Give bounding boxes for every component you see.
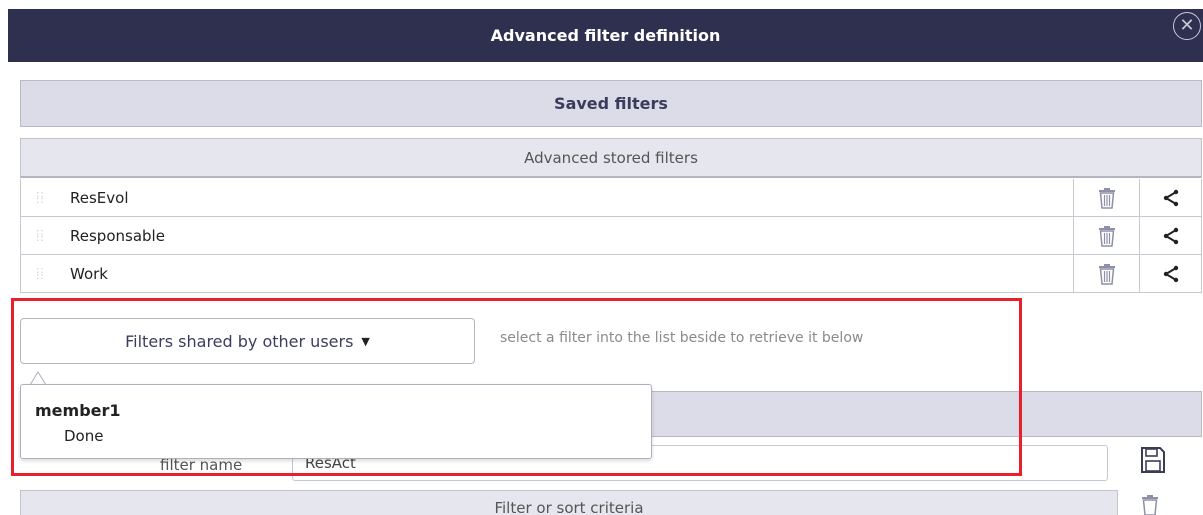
share-filter-button[interactable]	[1139, 179, 1201, 216]
criteria-header: Filter or sort criteria	[20, 490, 1118, 515]
trash-icon	[1098, 263, 1115, 285]
delete-filter-button[interactable]	[1073, 179, 1139, 216]
drag-handle-icon[interactable]: :: ::	[36, 227, 48, 243]
share-icon	[1163, 227, 1178, 244]
share-icon	[1163, 189, 1178, 206]
filter-name[interactable]: Work	[70, 265, 1073, 283]
shared-filters-popup: member1 Done	[20, 384, 652, 459]
caret-down-icon: ▼	[361, 334, 370, 348]
share-filter-button[interactable]	[1139, 217, 1201, 254]
delete-filter-button[interactable]	[1073, 217, 1139, 254]
filter-name[interactable]: ResEvol	[70, 189, 1073, 207]
filter-row[interactable]: :: :: ResEvol	[20, 179, 1202, 217]
trash-icon	[1098, 187, 1115, 209]
delete-criteria-button[interactable]	[1140, 494, 1160, 515]
criteria-title: Filter or sort criteria	[494, 499, 644, 515]
share-filter-button[interactable]	[1139, 255, 1201, 292]
floppy-disk-icon	[1141, 447, 1165, 473]
drag-handle-icon[interactable]: :: ::	[36, 265, 48, 281]
filter-name[interactable]: Responsable	[70, 227, 1073, 245]
stored-filters-header: Advanced stored filters	[20, 138, 1202, 178]
delete-filter-button[interactable]	[1073, 255, 1139, 292]
share-icon	[1163, 265, 1178, 282]
drag-handle-icon[interactable]: :: ::	[36, 189, 48, 205]
shared-filter-item[interactable]: Done	[64, 427, 103, 445]
save-filter-button[interactable]	[1140, 446, 1166, 478]
shared-filters-label: Filters shared by other users	[125, 331, 354, 351]
shared-filters-hint: select a filter into the list beside to …	[500, 330, 864, 346]
trash-icon	[1098, 225, 1115, 247]
dialog-titlebar: Advanced filter definition	[8, 9, 1203, 62]
close-icon[interactable]: ✕	[1173, 12, 1201, 40]
stored-filters-title: Advanced stored filters	[524, 148, 698, 167]
trash-icon	[1142, 495, 1158, 515]
filter-row[interactable]: :: :: Work	[20, 255, 1202, 293]
saved-filters-header[interactable]: Saved filters	[20, 80, 1202, 127]
dialog-title: Advanced filter definition	[490, 26, 721, 45]
saved-filters-title: Saved filters	[554, 94, 668, 113]
filter-row[interactable]: :: :: Responsable	[20, 217, 1202, 255]
shared-filters-dropdown[interactable]: Filters shared by other users ▼	[20, 318, 475, 364]
member-name: member1	[35, 401, 121, 420]
